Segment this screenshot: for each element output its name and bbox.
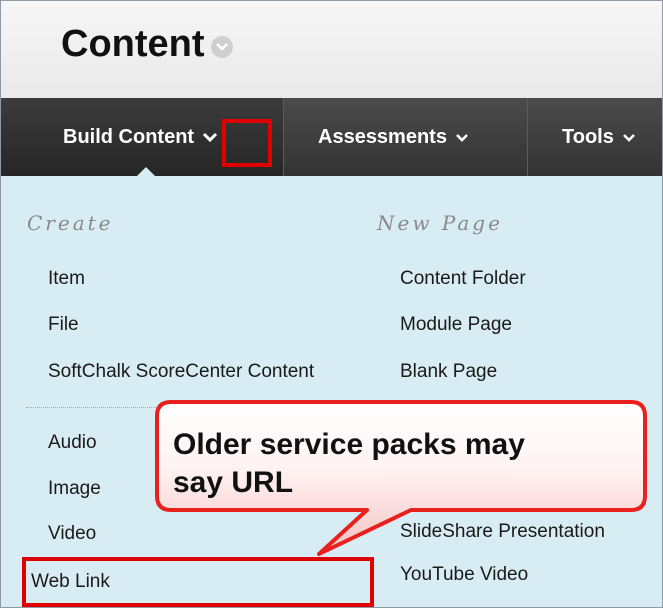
- menu-item-video[interactable]: Video: [48, 523, 96, 545]
- menu-pointer: [134, 167, 158, 179]
- tab-assessments[interactable]: Assessments: [284, 98, 527, 176]
- menu-divider: [26, 407, 346, 408]
- create-heading: Create: [27, 211, 114, 235]
- tab-tools-label: Tools: [562, 125, 614, 148]
- page-options-chevron-icon[interactable]: [210, 35, 233, 58]
- menu-item-youtube-video[interactable]: YouTube Video: [400, 564, 528, 586]
- callout-line-1: Older service packs may: [173, 428, 525, 461]
- menu-item-image[interactable]: Image: [48, 478, 101, 500]
- menu-item-slideshare[interactable]: SlideShare Presentation: [400, 521, 605, 543]
- page-title: Content: [61, 23, 233, 66]
- page-title-text: Content: [61, 23, 205, 65]
- tab-assessments-label: Assessments: [318, 125, 447, 148]
- page-header: Content: [1, 1, 662, 98]
- menu-item-file[interactable]: File: [48, 314, 79, 336]
- web-link-highlight-box: [22, 557, 374, 607]
- tab-tools[interactable]: Tools: [528, 98, 662, 176]
- content-toolbar: Build Content Assessments Tools: [1, 98, 662, 176]
- new-page-heading: New Page: [377, 211, 503, 235]
- menu-item-content-folder[interactable]: Content Folder: [400, 268, 526, 290]
- content-area-window: Content Build Content Assessments Tools: [0, 0, 663, 608]
- tab-build-content-label: Build Content: [63, 125, 195, 148]
- menu-item-item[interactable]: Item: [48, 268, 85, 290]
- build-content-chevron-down-icon[interactable]: [202, 126, 218, 149]
- menu-item-blank-page[interactable]: Blank Page: [400, 361, 497, 383]
- chevron-highlight-box: [222, 119, 272, 167]
- callout-line-2: say URL: [173, 466, 294, 499]
- menu-item-softchalk[interactable]: SoftChalk ScoreCenter Content: [48, 361, 314, 383]
- menu-item-audio[interactable]: Audio: [48, 432, 97, 454]
- tools-chevron-down-icon[interactable]: [622, 126, 636, 149]
- menu-item-module-page[interactable]: Module Page: [400, 314, 512, 336]
- assessments-chevron-down-icon[interactable]: [455, 126, 469, 149]
- callout-text: Older service packs may say URL: [173, 426, 613, 502]
